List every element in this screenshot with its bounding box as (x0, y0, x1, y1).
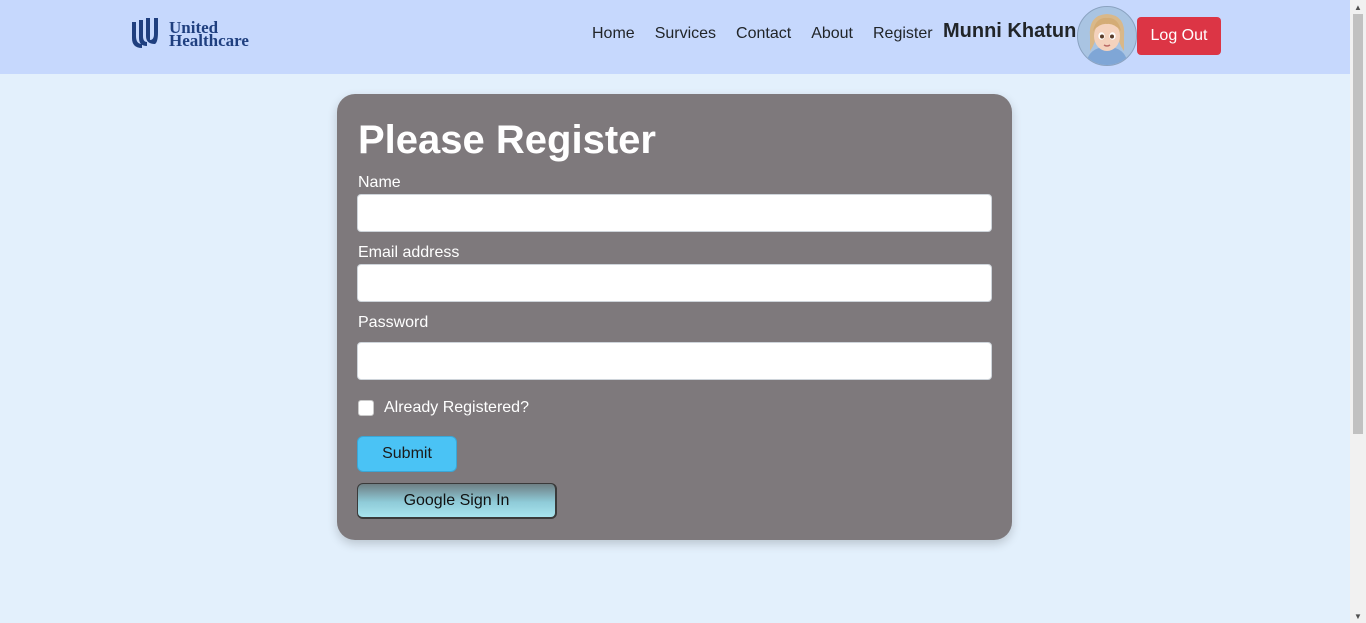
page-title: Please Register (358, 118, 656, 162)
name-label: Name (358, 174, 401, 191)
submit-button[interactable]: Submit (357, 436, 457, 472)
email-label: Email address (358, 244, 460, 261)
already-registered-label[interactable]: Already Registered? (384, 399, 529, 417)
google-sign-in-button[interactable]: Google Sign In (357, 483, 557, 519)
register-card: Please Register Name Email address Passw… (337, 94, 1012, 540)
nav-about-link[interactable]: About (811, 24, 853, 44)
nav-home-link[interactable]: Home (592, 24, 635, 44)
password-label: Password (358, 314, 429, 331)
nav-links: Home Survices Contact About Register (592, 24, 933, 44)
brand-line-2: Healthcare (169, 31, 249, 50)
logout-button[interactable]: Log Out (1137, 17, 1221, 55)
nav-register-link[interactable]: Register (873, 24, 933, 44)
nav-contact-link[interactable]: Contact (736, 24, 791, 44)
scroll-down-icon[interactable]: ▼ (1350, 609, 1366, 623)
password-input[interactable] (357, 342, 992, 380)
name-input[interactable] (357, 194, 992, 232)
navbar: United Healthcare Home Survices Contact … (0, 0, 1350, 74)
scrollbar-thumb[interactable] (1353, 14, 1363, 434)
brand-logo[interactable]: United Healthcare (130, 18, 249, 50)
brand-name: United Healthcare (169, 19, 249, 50)
user-avatar-icon (1078, 7, 1136, 65)
avatar[interactable] (1077, 6, 1137, 66)
united-healthcare-logo-icon (132, 18, 158, 48)
email-input[interactable] (357, 264, 992, 302)
vertical-scrollbar[interactable]: ▲ ▼ (1350, 0, 1366, 623)
scroll-up-icon[interactable]: ▲ (1350, 0, 1366, 14)
already-registered-row: Already Registered? (358, 399, 529, 417)
already-registered-checkbox[interactable] (358, 400, 374, 416)
nav-services-link[interactable]: Survices (655, 24, 716, 44)
user-name: Munni Khatun (943, 20, 1077, 42)
